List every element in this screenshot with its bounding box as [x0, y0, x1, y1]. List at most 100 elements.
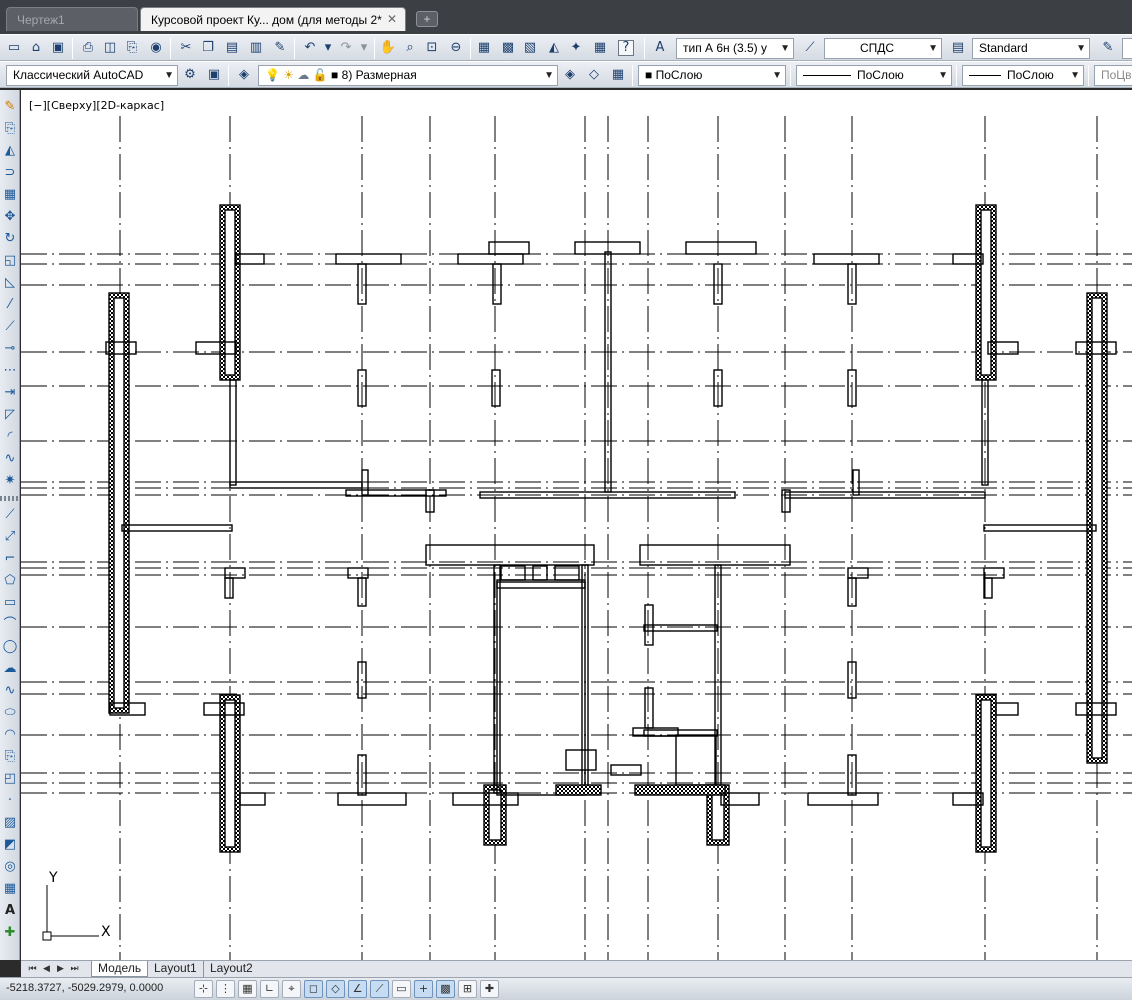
infer-constraints-icon[interactable]: ⊹: [194, 980, 213, 998]
linetype-select[interactable]: ПоСлою ▼: [796, 65, 952, 86]
cut-icon[interactable]: ✂: [176, 38, 196, 58]
new-tab-button[interactable]: +: [416, 11, 438, 27]
undo-icon[interactable]: ↶: [300, 38, 320, 58]
trim-icon[interactable]: ⁄: [1, 296, 19, 314]
grid-display-icon[interactable]: ▦: [238, 980, 257, 998]
object-snap-tracking-icon[interactable]: ∠: [348, 980, 367, 998]
undo-dropdown-icon[interactable]: ▾: [318, 38, 338, 58]
layer-manager-icon[interactable]: ◈: [234, 65, 254, 85]
multiline-text-icon[interactable]: A: [1, 902, 19, 920]
scale-icon[interactable]: ◱: [1, 252, 19, 270]
polar-tracking-icon[interactable]: ⌖: [282, 980, 301, 998]
line-icon[interactable]: ⟋: [1, 506, 19, 524]
ortho-mode-icon[interactable]: ∟: [260, 980, 279, 998]
cursor-coordinates[interactable]: -5218.3727, -5029.2979, 0.0000: [6, 982, 163, 994]
table-style-select[interactable]: Standard ▼: [972, 38, 1090, 59]
tool-palettes-icon[interactable]: ▧: [520, 38, 540, 58]
redo-dropdown-icon[interactable]: ▾: [354, 38, 374, 58]
print-preview-icon[interactable]: ◫: [100, 38, 120, 58]
insert-block-icon[interactable]: ⎘: [1, 748, 19, 766]
copy-icon[interactable]: ❐: [198, 38, 218, 58]
3d-object-snap-icon[interactable]: ◇: [326, 980, 345, 998]
move-icon[interactable]: ✥: [1, 208, 19, 226]
break-at-point-icon[interactable]: ⊸: [1, 340, 19, 358]
erase-icon[interactable]: ✎: [1, 98, 19, 116]
tab-layout1[interactable]: Layout1: [147, 961, 203, 977]
multileader-style-select[interactable]: [1122, 38, 1132, 59]
stretch-icon[interactable]: ◺: [1, 274, 19, 292]
layer-states-icon[interactable]: ▦: [608, 65, 628, 85]
circle-icon[interactable]: ◯: [1, 638, 19, 656]
rectangle-icon[interactable]: ▭: [1, 594, 19, 612]
paste-icon[interactable]: ▤: [222, 38, 242, 58]
dynamic-ucs-icon[interactable]: ⟋: [370, 980, 389, 998]
zoom-previous-icon[interactable]: ⊖: [446, 38, 466, 58]
break-icon[interactable]: ⋯: [1, 362, 19, 380]
workspace-select[interactable]: Классический AutoCAD ▼: [6, 65, 178, 86]
publish-icon[interactable]: ⎘: [122, 38, 142, 58]
point-icon[interactable]: ·: [1, 792, 19, 810]
construction-line-icon[interactable]: ⤢: [1, 528, 19, 546]
3d-dwf-icon[interactable]: ◉: [146, 38, 166, 58]
close-icon[interactable]: ✕: [387, 12, 397, 26]
layer-select[interactable]: 💡 ☀ ☁ 🔓 ■ 8) Размерная ▼: [258, 65, 558, 86]
ellipse-icon[interactable]: ⬭: [1, 704, 19, 722]
viewport-controls-label[interactable]: [−][Сверху][2D-каркас]: [29, 99, 164, 112]
table-style-icon[interactable]: ▤: [948, 38, 968, 58]
layer-previous-icon[interactable]: ◇: [584, 65, 604, 85]
lineweight-toggle-icon[interactable]: +: [414, 980, 433, 998]
dim-style-icon[interactable]: ⟋: [800, 38, 820, 58]
tab-course-project[interactable]: Курсовой проект Ку... дом (для методы 2*…: [140, 7, 406, 31]
polygon-icon[interactable]: ⬠: [1, 572, 19, 590]
object-snap-icon[interactable]: ◻: [304, 980, 323, 998]
customize-icon[interactable]: ▣: [204, 65, 224, 85]
selection-cycling-icon[interactable]: ✚: [480, 980, 499, 998]
fillet-icon[interactable]: ◜: [1, 428, 19, 446]
ellipse-arc-icon[interactable]: ◠: [1, 726, 19, 744]
spline-icon[interactable]: ∿: [1, 682, 19, 700]
offset-icon[interactable]: ⊃: [1, 164, 19, 182]
dynamic-input-icon[interactable]: ▭: [392, 980, 411, 998]
add-selected-icon[interactable]: ✚: [1, 924, 19, 942]
copy-object-icon[interactable]: ⎘: [1, 120, 19, 138]
array-icon[interactable]: ▦: [1, 186, 19, 204]
polyline-icon[interactable]: ⌐: [1, 550, 19, 568]
color-select[interactable]: ■ ПоСлою ▼: [638, 65, 786, 86]
toolbar-grip[interactable]: [0, 496, 20, 501]
quick-properties-icon[interactable]: ⊞: [458, 980, 477, 998]
sheet-set-icon[interactable]: ◭: [544, 38, 564, 58]
extend-icon[interactable]: ⟋: [1, 318, 19, 336]
previous-layout-icon[interactable]: ◀: [41, 962, 52, 975]
markup-icon[interactable]: ✦: [566, 38, 586, 58]
design-center-icon[interactable]: ▩: [498, 38, 518, 58]
rotate-icon[interactable]: ↻: [1, 230, 19, 248]
zoom-realtime-icon[interactable]: ⌕: [400, 38, 420, 58]
text-style-select[interactable]: тип А 6н (3.5) у ▼: [676, 38, 794, 59]
last-layout-icon[interactable]: ⏭: [69, 962, 80, 975]
new-file-icon[interactable]: ▭: [4, 38, 24, 58]
help-icon[interactable]: ?: [618, 40, 634, 56]
first-layout-icon[interactable]: ⏮: [27, 962, 38, 975]
properties-icon[interactable]: ▦: [474, 38, 494, 58]
dim-style-select[interactable]: СПДС ▼: [824, 38, 942, 59]
make-object-layer-current-icon[interactable]: ◈: [560, 65, 580, 85]
region-icon[interactable]: ◎: [1, 858, 19, 876]
text-style-icon[interactable]: A: [650, 38, 670, 58]
revision-cloud-icon[interactable]: ☁: [1, 660, 19, 678]
zoom-window-icon[interactable]: ⊡: [422, 38, 442, 58]
workspace-settings-icon[interactable]: ⚙: [180, 65, 200, 85]
tab-layout2[interactable]: Layout2: [203, 961, 259, 977]
lineweight-select[interactable]: ПоСлою ▼: [962, 65, 1084, 86]
match-properties-icon[interactable]: ✎: [270, 38, 290, 58]
redo-icon[interactable]: ↷: [336, 38, 356, 58]
save-icon[interactable]: ▣: [48, 38, 68, 58]
gradient-icon[interactable]: ◩: [1, 836, 19, 854]
print-icon[interactable]: ⎙: [78, 38, 98, 58]
join-icon[interactable]: ⇥: [1, 384, 19, 402]
next-layout-icon[interactable]: ▶: [55, 962, 66, 975]
chamfer-icon[interactable]: ◸: [1, 406, 19, 424]
tab-drawing1[interactable]: Чертеж1: [6, 7, 138, 31]
arc-icon[interactable]: ⌒: [1, 616, 19, 634]
make-block-icon[interactable]: ◰: [1, 770, 19, 788]
calculator-icon[interactable]: ▦: [590, 38, 610, 58]
